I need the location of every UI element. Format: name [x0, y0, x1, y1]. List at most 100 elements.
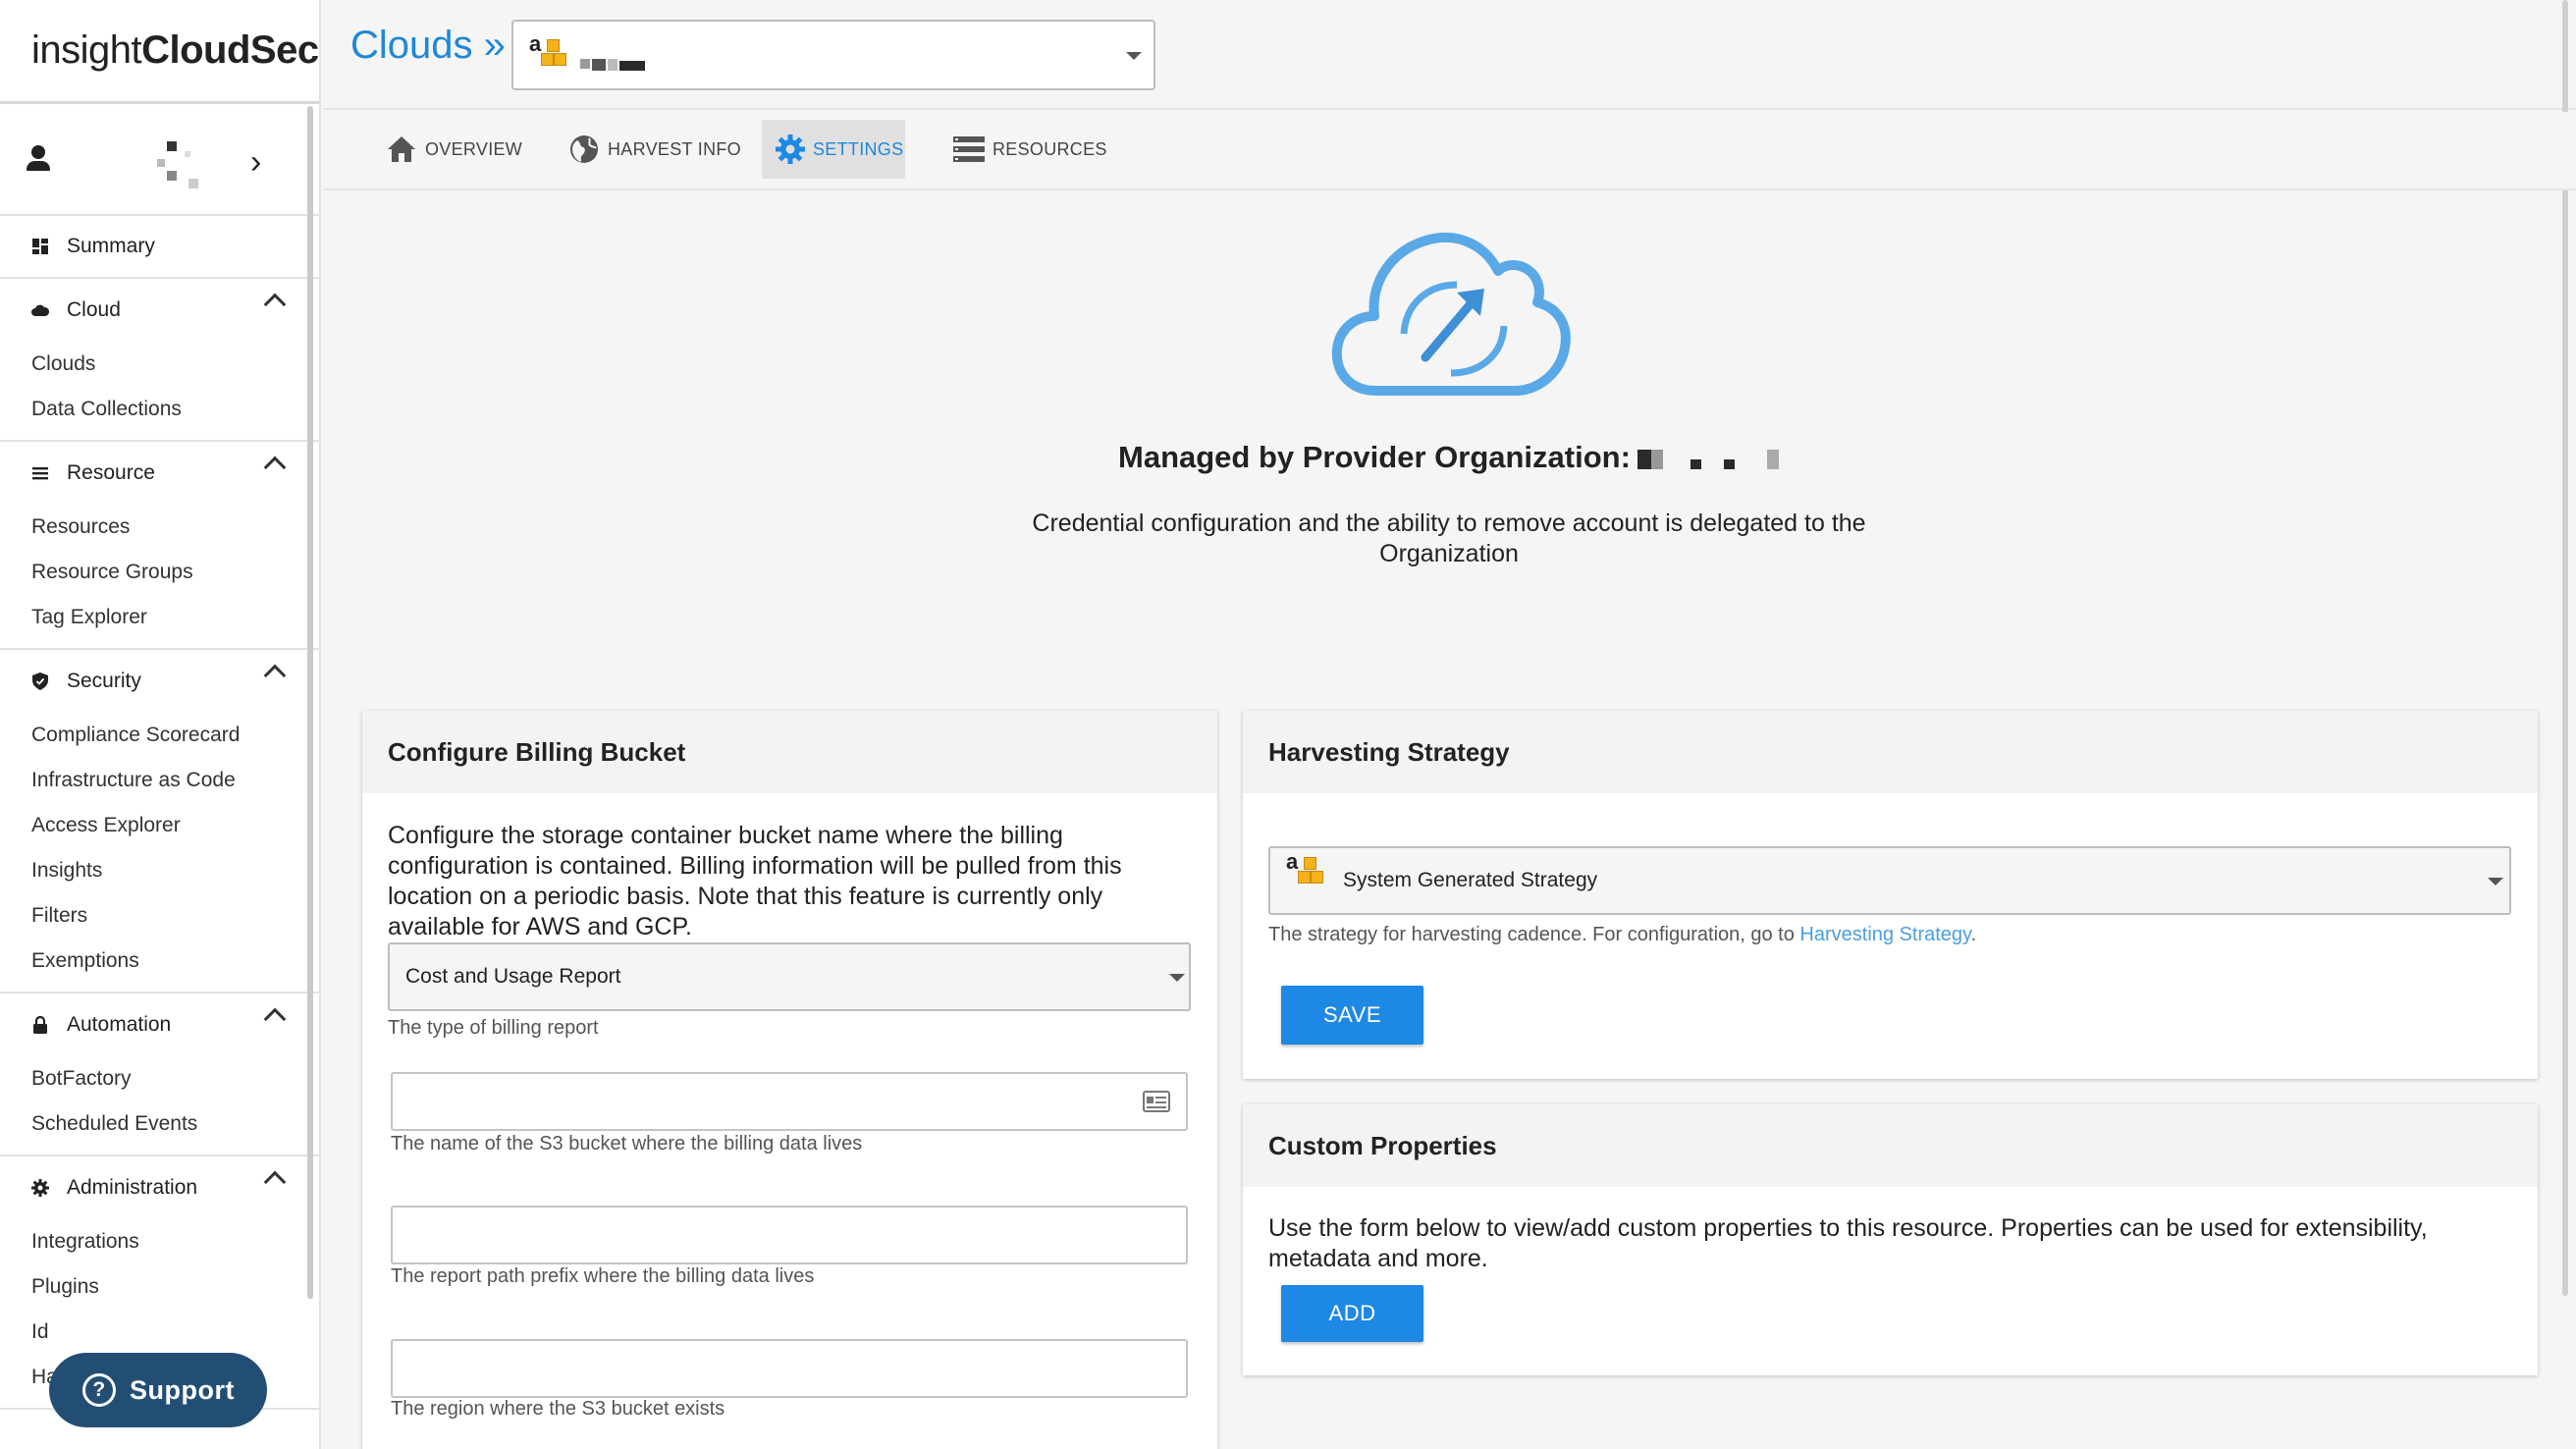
sidebar-item-label: Summary [67, 235, 155, 257]
tab-bar: OVERVIEW HARVEST INFO SETTINGS RESOURCES [323, 112, 2576, 190]
card-title: Configure Billing Bucket [362, 711, 1217, 793]
chevron-down-icon [1126, 52, 1142, 60]
field-help-text: The region where the S3 bucket exists [391, 1398, 725, 1420]
page-header: Clouds » a [323, 0, 2576, 1296]
billing-bucket-card: Configure Billing Bucket Configure the s… [362, 711, 1217, 1449]
list-icon [31, 464, 49, 482]
field-help-text: The report path prefix where the billing… [391, 1265, 815, 1287]
tab-settings[interactable]: SETTINGS [762, 120, 905, 179]
app-logo[interactable]: insight CloudSec [0, 0, 319, 104]
custom-properties-description: Use the form below to view/add custom pr… [1268, 1214, 2428, 1272]
breadcrumb[interactable]: Clouds » [350, 24, 506, 68]
sidebar-item-access-explorer[interactable]: Access Explorer [0, 803, 319, 848]
field-help-text: The name of the S3 bucket where the bill… [391, 1133, 863, 1154]
sidebar-section-label: Automation [67, 1013, 172, 1036]
managed-by-description: Credential configuration and the ability… [1032, 510, 1866, 567]
sidebar-section-header[interactable]: Security [0, 650, 319, 713]
help-text: The strategy for harvesting cadence. For… [1268, 924, 1800, 945]
sidebar-item-infrastructure-as-code[interactable]: Infrastructure as Code [0, 758, 319, 803]
sidebar-section-label: Cloud [67, 298, 121, 321]
bucket-region-input[interactable] [391, 1339, 1188, 1398]
sidebar-item-integrations[interactable]: Integrations [0, 1219, 319, 1264]
chevron-up-icon[interactable] [263, 1007, 287, 1031]
sidebar-section-label: Security [67, 670, 141, 692]
page-scrollbar[interactable] [2562, 0, 2568, 1296]
sidebar-item-clouds[interactable]: Clouds [0, 342, 319, 387]
sidebar-section-header[interactable]: Automation [0, 993, 319, 1056]
custom-properties-card: Custom Properties Use the form below to … [1243, 1104, 2538, 1375]
help-icon: ? [82, 1373, 116, 1407]
lock-icon [31, 1016, 49, 1034]
billing-description: Configure the storage container bucket n… [388, 822, 1122, 940]
aws-icon: a [1286, 849, 1325, 892]
tab-label: HARVEST INFO [608, 138, 741, 159]
sidebar-item-data-collections[interactable]: Data Collections [0, 387, 319, 432]
chevron-down-icon [2488, 878, 2503, 886]
sidebar-section-header[interactable]: Administration [0, 1156, 319, 1219]
select-value: System Generated Strategy [1343, 869, 1598, 891]
sidebar-section-security: Security Compliance Scorecard Infrastruc… [0, 650, 319, 993]
chevron-up-icon[interactable] [263, 456, 287, 479]
add-property-button[interactable]: ADD [1281, 1285, 1423, 1342]
chevron-up-icon[interactable] [263, 1170, 287, 1194]
sidebar-item-summary[interactable]: Summary [0, 216, 319, 279]
cloud-account-select[interactable]: a [511, 20, 1155, 90]
logo-text-light: insight [31, 28, 142, 72]
redacted-user-avatar [155, 132, 214, 190]
save-button[interactable]: SAVE [1281, 986, 1423, 1045]
shield-icon [31, 672, 49, 690]
card-title: Custom Properties [1243, 1104, 2538, 1187]
chevron-up-icon[interactable] [263, 293, 287, 316]
bucket-name-input[interactable] [391, 1072, 1188, 1131]
sidebar-section-resource: Resource Resources Resource Groups Tag E… [0, 442, 319, 650]
user-switcher[interactable]: › [0, 104, 319, 216]
billing-report-type-select[interactable]: Cost and Usage Report [388, 942, 1191, 1011]
field-help-text: The strategy for harvesting cadence. For… [1268, 924, 1976, 946]
sidebar-section-header[interactable]: Cloud [0, 279, 319, 342]
harvesting-strategy-select[interactable]: a System Generated Strategy [1268, 846, 2511, 915]
sidebar-item-tag-explorer[interactable]: Tag Explorer [0, 595, 319, 640]
sidebar-item-botfactory[interactable]: BotFactory [0, 1056, 319, 1101]
harvesting-strategy-card: Harvesting Strategy a System Generated S… [1243, 711, 2538, 1079]
sidebar-item-exemptions[interactable]: Exemptions [0, 939, 319, 984]
chevron-right-icon[interactable]: › [250, 143, 261, 182]
user-icon [26, 145, 51, 173]
cloud-sync-icon [1331, 224, 1571, 404]
sidebar-section-header[interactable]: Resource [0, 442, 319, 505]
tab-resources[interactable]: RESOURCES [939, 120, 1121, 179]
sidebar-item-resource-groups[interactable]: Resource Groups [0, 550, 319, 595]
sidebar-item-compliance-scorecard[interactable]: Compliance Scorecard [0, 713, 319, 758]
sidebar-section-label: Resource [67, 461, 155, 484]
card-title: Harvesting Strategy [1243, 711, 2538, 793]
select-value: Cost and Usage Report [405, 965, 621, 988]
harvesting-strategy-link[interactable]: Harvesting Strategy [1799, 924, 1970, 945]
sidebar-item-identity[interactable]: Id [0, 1310, 319, 1355]
tab-overview[interactable]: OVERVIEW [372, 120, 536, 179]
tab-label: SETTINGS [813, 138, 904, 159]
chevron-up-icon[interactable] [263, 664, 287, 687]
sidebar-section-automation: Automation BotFactory Scheduled Events [0, 993, 319, 1156]
redacted-organization-name [1637, 448, 1781, 471]
sidebar-item-resources[interactable]: Resources [0, 505, 319, 550]
dashboard-icon [31, 238, 49, 255]
sidebar-section-cloud: Cloud Clouds Data Collections [0, 279, 319, 442]
sidebar-item-scheduled-events[interactable]: Scheduled Events [0, 1101, 319, 1147]
globe-icon [568, 134, 600, 165]
support-button[interactable]: ? Support [49, 1353, 267, 1427]
home-icon [386, 134, 417, 165]
cloud-icon [31, 301, 49, 319]
sidebar-item-plugins[interactable]: Plugins [0, 1264, 319, 1310]
sidebar-scrollbar[interactable] [307, 106, 313, 1299]
managed-by-title: Managed by Provider Organization: [1118, 440, 1631, 474]
sidebar-section-label: Administration [67, 1176, 198, 1199]
chevron-down-icon [1169, 974, 1185, 982]
sidebar-item-filters[interactable]: Filters [0, 893, 319, 939]
sidebar-item-insights[interactable]: Insights [0, 848, 319, 893]
tab-harvest-info[interactable]: HARVEST INFO [555, 120, 755, 179]
report-prefix-input[interactable] [391, 1206, 1188, 1264]
id-card-icon [1143, 1090, 1170, 1118]
logo-text-bold: CloudSec [141, 28, 319, 72]
gear-icon [31, 1179, 49, 1197]
aws-icon: a [529, 31, 568, 75]
support-label: Support [130, 1374, 235, 1405]
